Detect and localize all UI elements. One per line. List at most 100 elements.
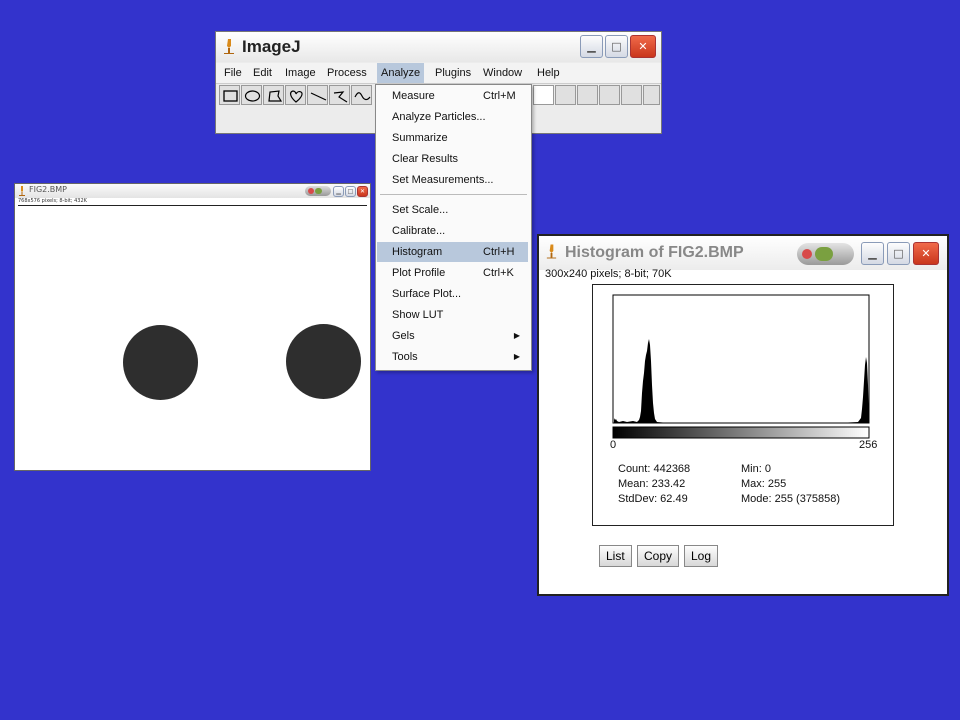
freehand-tool[interactable] bbox=[285, 85, 306, 105]
stat-count: Count: 442368 bbox=[618, 463, 691, 475]
menu-item-plot-profile[interactable]: Plot Profile Ctrl+K bbox=[377, 263, 528, 283]
menu-item-analyze-particles[interactable]: Analyze Particles... bbox=[377, 107, 528, 127]
close-icon: ✕ bbox=[921, 247, 931, 260]
stat-min: Min: 0 bbox=[741, 463, 771, 475]
close-icon: ✕ bbox=[359, 188, 366, 195]
stat-max: Max: 255 bbox=[741, 478, 787, 490]
tool-slot[interactable] bbox=[577, 85, 598, 105]
freehand-line-tool-icon bbox=[354, 92, 371, 101]
minimize-icon: ▁ bbox=[587, 40, 596, 53]
tool-slot[interactable] bbox=[643, 85, 660, 105]
image-canvas[interactable] bbox=[18, 205, 367, 469]
menu-process[interactable]: Process bbox=[323, 63, 371, 83]
menu-item-label: Clear Results bbox=[392, 153, 459, 165]
menu-item-clear-results[interactable]: Clear Results bbox=[377, 149, 528, 169]
menu-item-label: Analyze Particles... bbox=[392, 111, 486, 123]
tool-slot[interactable] bbox=[599, 85, 620, 105]
segmented-line-tool-icon bbox=[333, 91, 348, 103]
tool-slot[interactable] bbox=[555, 85, 576, 105]
submenu-arrow-icon: ▶ bbox=[513, 352, 520, 361]
dark-circle bbox=[286, 324, 361, 399]
oval-tool[interactable] bbox=[241, 85, 262, 105]
submenu-arrow-icon: ▶ bbox=[513, 331, 520, 340]
maximize-icon: □ bbox=[611, 40, 622, 53]
maximize-button[interactable]: □ bbox=[605, 35, 628, 58]
polygon-tool-icon bbox=[268, 90, 283, 102]
microscope-icon bbox=[19, 186, 25, 196]
axis-min-label: 0 bbox=[610, 439, 617, 451]
minimize-button[interactable]: ▁ bbox=[861, 242, 884, 265]
menu-item-gels[interactable]: Gels ▶ bbox=[377, 326, 528, 346]
close-button[interactable]: ✕ bbox=[913, 242, 939, 265]
line-tool-icon bbox=[310, 92, 327, 101]
menu-file[interactable]: File bbox=[220, 63, 246, 83]
menu-item-surface-plot[interactable]: Surface Plot... bbox=[377, 284, 528, 304]
tool-slot[interactable] bbox=[533, 85, 554, 105]
close-button[interactable]: ✕ bbox=[357, 186, 368, 197]
line-tool[interactable] bbox=[307, 85, 328, 105]
close-icon: ✕ bbox=[638, 40, 648, 53]
window-title: FIG2.BMP bbox=[29, 185, 68, 194]
close-button[interactable]: ✕ bbox=[630, 35, 656, 58]
segmented-line-tool[interactable] bbox=[329, 85, 350, 105]
menu-item-calibrate[interactable]: Calibrate... bbox=[377, 221, 528, 241]
lut-bar bbox=[612, 426, 870, 439]
maximize-button[interactable]: □ bbox=[887, 242, 910, 265]
menu-item-shortcut: Ctrl+M bbox=[483, 90, 516, 102]
maximize-button[interactable]: □ bbox=[345, 186, 356, 197]
menu-item-set-measurements[interactable]: Set Measurements... bbox=[377, 170, 528, 190]
minimize-button[interactable]: ▁ bbox=[580, 35, 603, 58]
rectangle-tool[interactable] bbox=[219, 85, 240, 105]
list-button[interactable]: List bbox=[599, 545, 632, 567]
log-button[interactable]: Log bbox=[684, 545, 719, 567]
menu-help[interactable]: Help bbox=[533, 63, 564, 83]
menu-item-tools[interactable]: Tools ▶ bbox=[377, 347, 528, 367]
menu-item-label: Measure bbox=[392, 90, 435, 102]
oval-tool-icon bbox=[244, 90, 261, 102]
menu-separator bbox=[380, 194, 527, 195]
menu-image[interactable]: Image bbox=[281, 63, 320, 83]
tool-slot[interactable] bbox=[621, 85, 642, 105]
menu-item-label: Set Scale... bbox=[392, 204, 449, 216]
freehand-tool-icon bbox=[290, 90, 303, 103]
polygon-tool[interactable] bbox=[263, 85, 284, 105]
histogram-info: 300x240 pixels; 8-bit; 70K bbox=[545, 268, 672, 280]
microscope-icon bbox=[546, 244, 557, 259]
microscope-icon bbox=[224, 39, 234, 54]
histogram-panel: 0 256 Count: 442368 Mean: 233.42 StdDev:… bbox=[592, 284, 894, 526]
stat-stddev: StdDev: 62.49 bbox=[618, 493, 688, 505]
stat-mode: Mode: 255 (375858) bbox=[741, 493, 841, 505]
window-title: ImageJ bbox=[242, 37, 301, 56]
display-mode-icon[interactable] bbox=[305, 186, 331, 196]
menu-item-set-scale[interactable]: Set Scale... bbox=[377, 200, 528, 220]
dark-circle bbox=[123, 325, 198, 400]
stat-mean: Mean: 233.42 bbox=[618, 478, 686, 490]
menu-item-label: Show LUT bbox=[392, 309, 444, 321]
menu-item-label: Histogram bbox=[392, 246, 443, 258]
freehand-line-tool[interactable] bbox=[351, 85, 372, 105]
menu-bar: File Edit Image Process Analyze Plugins … bbox=[216, 63, 661, 84]
menu-item-label: Tools bbox=[392, 351, 418, 363]
menu-item-label: Summarize bbox=[392, 132, 448, 144]
menu-edit[interactable]: Edit bbox=[249, 63, 276, 83]
minimize-icon: ▁ bbox=[868, 247, 877, 260]
maximize-icon: □ bbox=[893, 247, 904, 260]
menu-item-shortcut: Ctrl+H bbox=[483, 246, 515, 258]
display-mode-icon[interactable] bbox=[797, 243, 854, 265]
menu-window[interactable]: Window bbox=[479, 63, 526, 83]
menu-item-label: Surface Plot... bbox=[392, 288, 462, 300]
menu-item-shortcut: Ctrl+K bbox=[483, 267, 514, 279]
menu-item-label: Plot Profile bbox=[392, 267, 446, 279]
menu-plugins[interactable]: Plugins bbox=[431, 63, 475, 83]
image-window: FIG2.BMP ▁ □ ✕ 768x576 pixels; 8-bit; 43… bbox=[14, 183, 371, 471]
menu-item-show-lut[interactable]: Show LUT bbox=[377, 305, 528, 325]
menu-item-histogram[interactable]: Histogram Ctrl+H bbox=[377, 242, 528, 262]
menu-analyze[interactable]: Analyze bbox=[377, 63, 425, 83]
histogram-window: Histogram of FIG2.BMP ▁ □ ✕ 300x240 pixe… bbox=[537, 234, 949, 596]
histogram-titlebar[interactable]: Histogram of FIG2.BMP bbox=[539, 236, 947, 270]
menu-item-measure[interactable]: Measure Ctrl+M bbox=[377, 86, 528, 106]
rectangle-tool-icon bbox=[223, 90, 238, 102]
menu-item-summarize[interactable]: Summarize bbox=[377, 128, 528, 148]
minimize-button[interactable]: ▁ bbox=[333, 186, 344, 197]
copy-button[interactable]: Copy bbox=[637, 545, 680, 567]
